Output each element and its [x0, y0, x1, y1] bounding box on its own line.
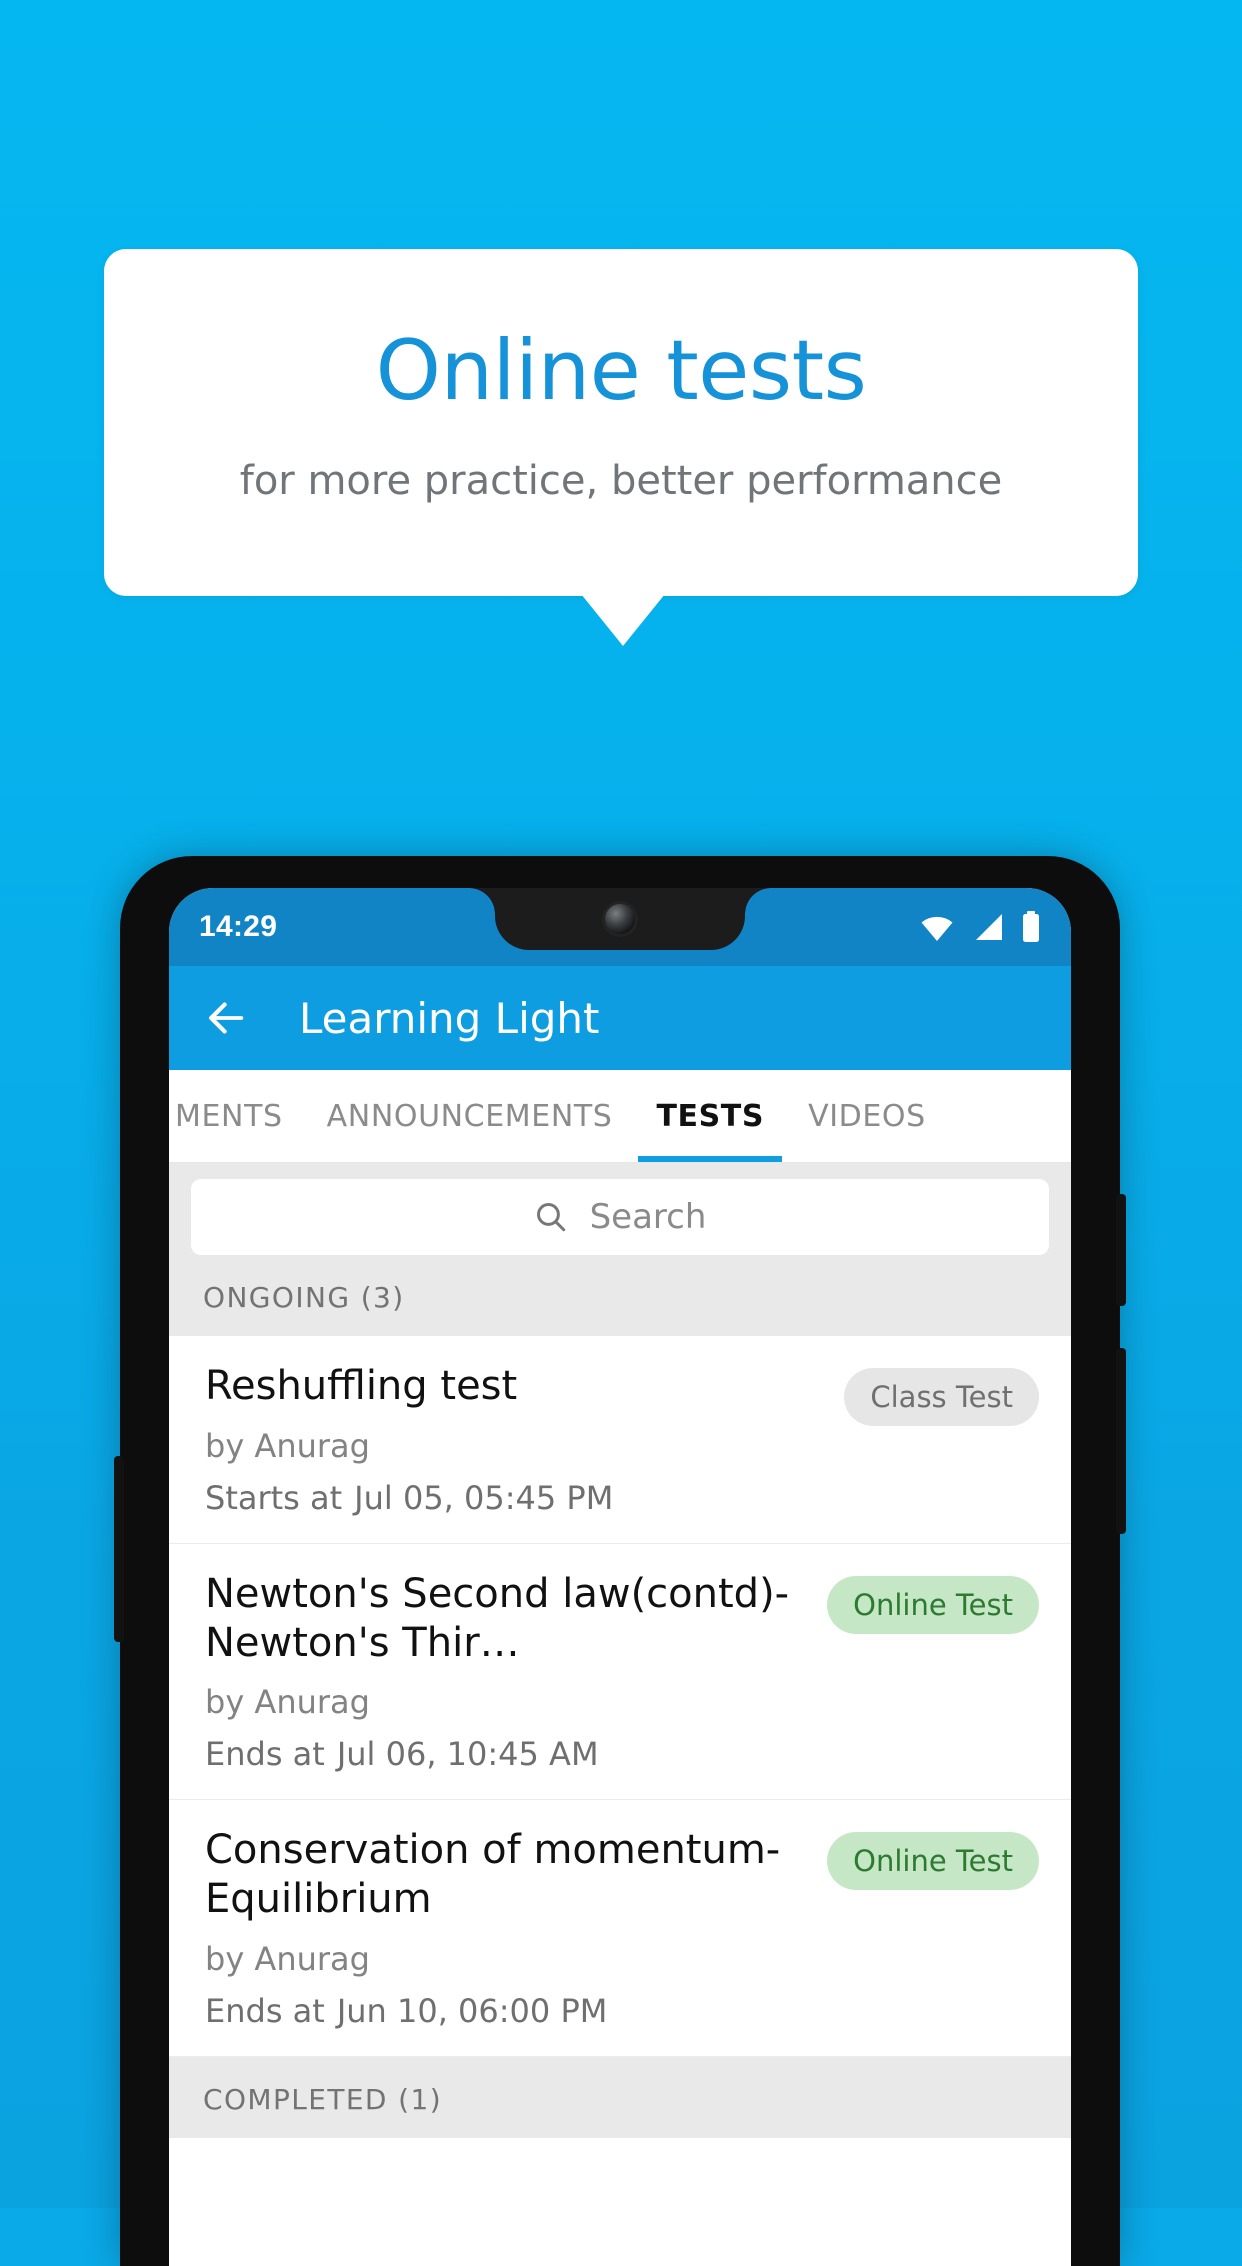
search-zone: Search — [169, 1163, 1071, 1273]
test-title: Conservation of momentum-Equilibrium — [205, 1827, 781, 1923]
page-title: Learning Light — [299, 993, 600, 1043]
status-bar-icons — [919, 911, 1041, 943]
phone-mockup: 14:29 Learning Light MENTS ANNOUNCEMENTS… — [114, 856, 1126, 2266]
test-time-value: Jul 06, 10:45 AM — [336, 1735, 599, 1774]
tab-assignments[interactable]: MENTS — [169, 1070, 305, 1162]
search-input[interactable]: Search — [191, 1179, 1049, 1255]
list-item[interactable]: Reshuffling test by Anurag Starts at Jul … — [169, 1336, 1071, 1544]
app-bar: Learning Light — [169, 966, 1071, 1070]
status-badge: Online Test — [827, 1575, 1039, 1634]
test-time-value: Jun 10, 06:00 PM — [336, 1991, 608, 2030]
front-camera-icon — [605, 904, 635, 934]
list-item[interactable]: Conservation of momentum-Equilibrium by … — [169, 1800, 1071, 2057]
phone-side-button-volume-up — [1116, 1194, 1126, 1306]
promo-title: Online tests — [375, 322, 867, 419]
promo-bubble-tail — [581, 594, 665, 646]
status-bar-clock: 14:29 — [199, 910, 278, 943]
test-item-content: Conservation of momentum-Equilibrium by … — [205, 1826, 809, 2030]
phone-side-button-left — [114, 1456, 124, 1642]
test-time-label: Ends at — [205, 1991, 325, 2030]
test-item-content: Reshuffling test by Anurag Starts at Jul … — [205, 1362, 826, 1517]
tab-bar: MENTS ANNOUNCEMENTS TESTS VIDEOS — [169, 1070, 1071, 1163]
tab-videos[interactable]: VIDEOS — [786, 1070, 948, 1162]
wifi-icon — [921, 916, 953, 941]
promo-subtitle: for more practice, better performance — [239, 458, 1003, 504]
test-time-label: Starts at — [205, 1478, 343, 1517]
test-author: by Anurag — [205, 1939, 370, 1978]
test-time: Ends at Jul 06, 10:45 AM — [205, 1735, 809, 1773]
test-author: by Anurag — [205, 1683, 370, 1722]
status-badge: Class Test — [844, 1368, 1039, 1426]
list-item[interactable]: Newton's Second law(contd)-Newton's Thir… — [169, 1543, 1071, 1801]
test-title: Newton's Second law(contd)-Newton's Thir… — [205, 1570, 790, 1666]
search-placeholder: Search — [589, 1197, 707, 1237]
test-time-value: Jul 05, 05:45 PM — [354, 1478, 614, 1517]
test-author: by Anurag — [205, 1426, 370, 1465]
search-icon — [536, 1203, 565, 1232]
test-time: Starts at Jul 05, 05:45 PM — [205, 1479, 826, 1517]
test-time: Ends at Jun 10, 06:00 PM — [205, 1992, 809, 2030]
battery-icon — [1023, 911, 1039, 942]
test-item-content: Newton's Second law(contd)-Newton's Thir… — [205, 1570, 809, 1774]
tab-announcements[interactable]: ANNOUNCEMENTS — [305, 1070, 635, 1162]
phone-side-button-power — [1116, 1348, 1126, 1534]
test-title: Reshuffling test — [205, 1363, 518, 1409]
test-time-label: Ends at — [205, 1735, 325, 1774]
promo-speech-bubble: Online tests for more practice, better p… — [104, 249, 1138, 596]
back-arrow-icon[interactable] — [203, 995, 249, 1041]
tab-tests[interactable]: TESTS — [634, 1070, 786, 1162]
phone-bezel: 14:29 Learning Light MENTS ANNOUNCEMENTS… — [169, 888, 1071, 2266]
section-header-ongoing: ONGOING (3) — [169, 1273, 1071, 1336]
phone-screen: 14:29 Learning Light MENTS ANNOUNCEMENTS… — [169, 888, 1071, 2266]
signal-icon — [976, 914, 1002, 940]
section-header-completed: COMPLETED (1) — [169, 2056, 1071, 2138]
status-badge: Online Test — [827, 1832, 1039, 1891]
